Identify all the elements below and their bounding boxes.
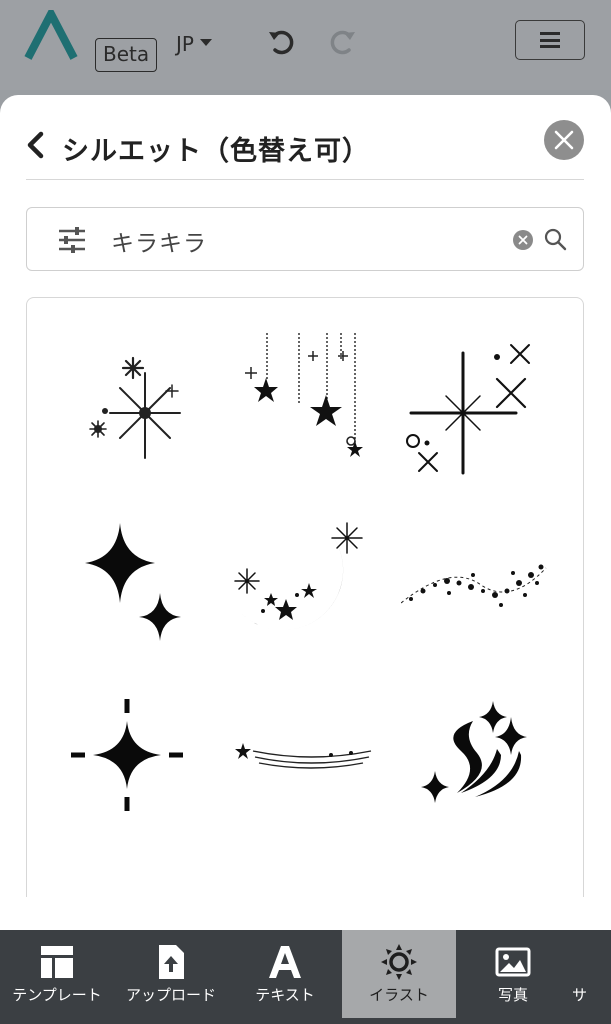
nav-upload[interactable]: アップロード [114,930,228,1018]
template-icon [41,946,73,978]
panel-title: シルエット（色替え可） [62,136,370,167]
hamburger-menu-icon [540,32,560,48]
close-button[interactable] [544,120,584,160]
language-label: JP [176,32,194,56]
panel-header: シルエット（色替え可） [26,115,584,180]
nav-upload-label: アップロード [125,986,216,1004]
app-logo[interactable] [24,10,78,62]
chevron-left-icon[interactable] [26,131,46,159]
nav-illustration[interactable]: イラスト [342,930,456,1018]
star-trail-wave-illustration[interactable] [401,513,551,663]
image-icon [495,947,531,977]
moon-and-hanging-stars-illustration[interactable] [231,333,381,483]
nav-text-label: テキスト [255,986,315,1004]
beta-badge: Beta [95,38,158,72]
close-icon [554,130,574,150]
crescent-moon-with-stars-illustration[interactable] [231,513,381,663]
bottom-navigation: テンプレート アップロード テキスト イラスト 写真 サ [0,930,611,1024]
sparkle-burst-illustration[interactable] [65,333,215,483]
text-a-icon [269,946,301,978]
dashed-four-point-star-illustration[interactable] [65,693,215,843]
top-app-bar: Beta JP [0,0,611,90]
illustration-panel: シルエット（色替え可） キラキラ [0,95,611,931]
nav-text[interactable]: テキスト [228,930,342,1018]
filter-sliders-icon[interactable] [57,227,87,253]
nav-photo[interactable]: 写真 [456,930,570,1018]
menu-button[interactable] [515,20,585,60]
nav-template-label: テンプレート [12,986,102,1004]
clear-search-button[interactable] [513,230,533,250]
nav-more-partial[interactable]: サ [570,930,611,1018]
cross-star-glints-illustration[interactable] [401,333,551,483]
nav-photo-label: 写真 [497,986,528,1004]
results-grid [26,297,584,897]
shooting-star-lines-illustration[interactable] [231,693,381,843]
nav-illustration-label: イラスト [369,986,429,1004]
sun-icon [381,944,417,980]
language-selector[interactable]: JP [176,32,212,56]
two-four-point-stars-illustration[interactable] [65,513,215,663]
undo-icon[interactable] [266,26,298,58]
upload-file-icon [159,945,184,979]
nav-more-label: サ [572,986,588,1004]
caret-down-icon [199,38,212,46]
search-bar[interactable]: キラキラ [26,207,584,271]
clear-icon [518,235,528,245]
search-icon[interactable] [543,227,567,251]
search-input[interactable]: キラキラ [111,224,207,258]
nav-template[interactable]: テンプレート [0,930,114,1018]
swoosh-with-stars-illustration[interactable] [401,693,551,843]
redo-icon[interactable] [326,26,358,58]
